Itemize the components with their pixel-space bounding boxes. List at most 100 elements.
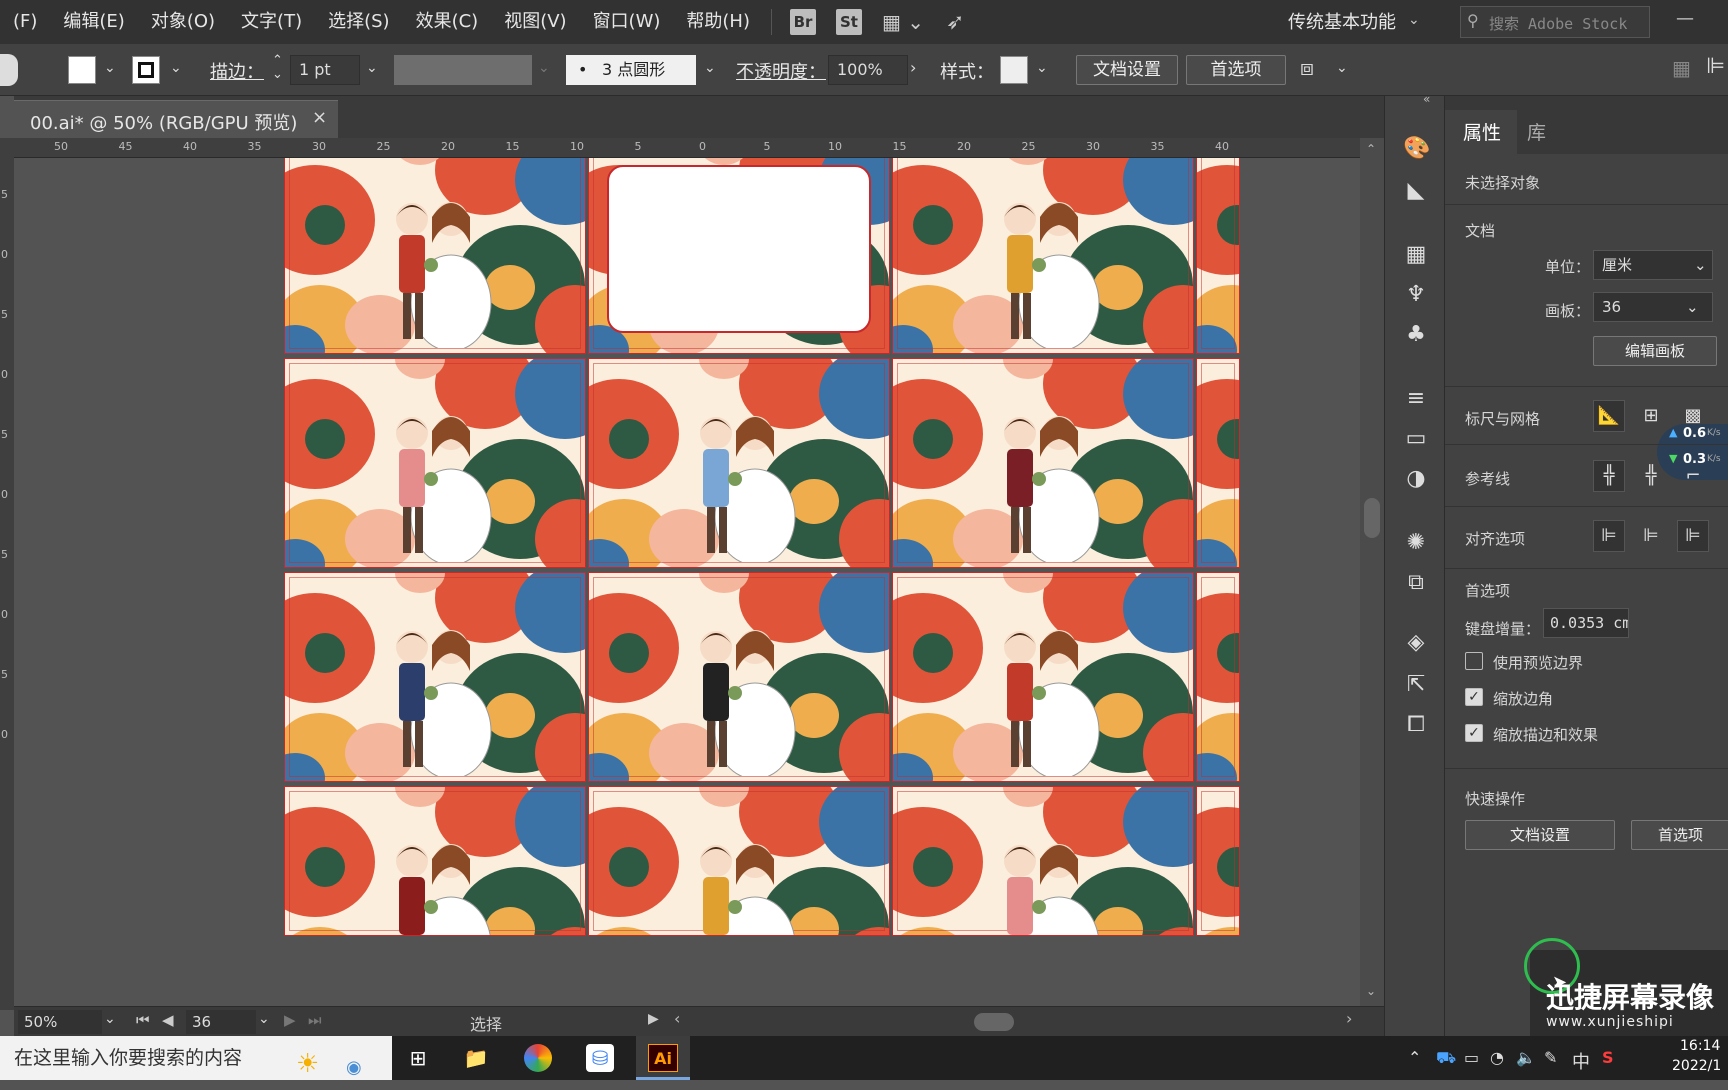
opacity-label[interactable]: 不透明度：	[736, 58, 826, 84]
variable-width-profile[interactable]	[394, 55, 532, 85]
stroke-chevron-down-icon[interactable]: ⌄	[170, 60, 182, 76]
brush-definition[interactable]: • 3 点圆形	[566, 55, 696, 85]
grid-toggle-icon[interactable]: ⊞	[1635, 400, 1667, 432]
vertical-ruler[interactable]: 5 0 5 0 5 0 5 0 5 0	[0, 138, 14, 1010]
artboard[interactable]	[1196, 786, 1240, 936]
artboard[interactable]	[588, 158, 890, 354]
artboard[interactable]	[1196, 158, 1240, 354]
artboards-icon[interactable]: ⧠	[1403, 712, 1429, 738]
artboard[interactable]	[892, 158, 1194, 354]
gradient-icon[interactable]: ▭	[1403, 426, 1429, 452]
artboard-chevron-down-icon[interactable]: ⌄	[258, 1011, 270, 1027]
smart-guides-icon[interactable]: ⌐	[1677, 460, 1709, 492]
artboard[interactable]	[588, 786, 890, 936]
align-to-artboard-icon[interactable]: ⊫	[1635, 520, 1667, 552]
doc-setup-button[interactable]: 文档设置	[1076, 55, 1178, 85]
blank-card[interactable]	[607, 165, 871, 333]
asset-export-icon[interactable]: ⇱	[1403, 672, 1429, 698]
bridge-icon[interactable]: Br	[790, 9, 816, 35]
horizontal-scroll-thumb[interactable]	[974, 1013, 1014, 1031]
arrange-grid-icon[interactable]: ▦	[1672, 56, 1691, 80]
pen-icon[interactable]: ✎	[1544, 1048, 1557, 1067]
vertical-scroll-thumb[interactable]	[1364, 498, 1380, 538]
first-artboard-icon[interactable]: ⏮	[136, 1011, 150, 1029]
fill-swatch[interactable]	[68, 56, 96, 84]
app-icon[interactable]: ⛁	[586, 1044, 614, 1072]
color-palette-icon[interactable]: 🎨	[1403, 136, 1430, 162]
use-preview-bounds-checkbox[interactable]	[1465, 652, 1483, 670]
menu-type[interactable]: 文字(T)	[228, 0, 315, 44]
zoom-chevron-down-icon[interactable]: ⌄	[104, 1011, 116, 1027]
artboard-number-field[interactable]: 36	[186, 1010, 256, 1034]
swatches-icon[interactable]: ▦	[1403, 242, 1429, 268]
opacity-field[interactable]: 100%	[828, 55, 908, 85]
stroke-swatch[interactable]	[132, 56, 160, 84]
collapse-dock-icon[interactable]: «	[1423, 92, 1430, 106]
opacity-chevron-right-icon[interactable]: ›	[910, 58, 916, 77]
color-guide-icon[interactable]: ◣	[1403, 178, 1429, 204]
task-view-icon[interactable]: ⊞	[404, 1044, 432, 1072]
guides-toggle-icon[interactable]: ╬	[1593, 460, 1625, 492]
zoom-field[interactable]: 50%	[18, 1010, 102, 1034]
menu-select[interactable]: 选择(S)	[315, 0, 402, 44]
tray-app-icon[interactable]: ⛟	[1436, 1048, 1456, 1069]
workspace-chevron-down-icon[interactable]: ⌄	[1408, 12, 1420, 28]
scale-corners-checkbox[interactable]: ✓	[1465, 688, 1483, 706]
stroke-panel-icon[interactable]: ≡	[1403, 386, 1429, 412]
layers-icon[interactable]: ◈	[1403, 630, 1429, 656]
artboard[interactable]	[284, 572, 586, 782]
tray-chevron-up-icon[interactable]: ⌃	[1408, 1048, 1421, 1067]
style-chevron-down-icon[interactable]: ⌄	[1036, 60, 1048, 76]
scroll-right-icon[interactable]: ›	[1346, 1009, 1352, 1028]
menu-window[interactable]: 窗口(W)	[580, 0, 674, 44]
artboard[interactable]	[588, 572, 890, 782]
align-to-selection-icon[interactable]: ⊫	[1677, 520, 1709, 552]
stroke-label[interactable]: 描边：	[210, 58, 264, 84]
lock-guides-icon[interactable]: ╬	[1635, 460, 1667, 492]
stock-icon[interactable]: St	[836, 9, 862, 35]
isolation-chevron-down-icon[interactable]: ⌄	[1336, 60, 1348, 76]
ime-indicator[interactable]: 中	[1572, 1048, 1590, 1074]
browser-icon[interactable]	[524, 1044, 552, 1072]
artboard[interactable]	[1196, 358, 1240, 568]
canvas[interactable]	[30, 158, 1360, 1006]
close-icon[interactable]: ×	[312, 107, 327, 128]
menu-file[interactable]: (F)	[0, 0, 50, 44]
scale-strokes-checkbox[interactable]: ✓	[1465, 724, 1483, 742]
align-panel-icon[interactable]: ⊫	[1706, 54, 1725, 79]
fill-chevron-down-icon[interactable]: ⌄	[104, 60, 116, 76]
artboard[interactable]	[284, 358, 586, 568]
scroll-down-icon[interactable]: ⌄	[1366, 984, 1376, 998]
preferences-button[interactable]: 首选项	[1186, 55, 1286, 85]
brush-chevron-down-icon[interactable]: ⌄	[704, 60, 716, 76]
vertical-scrollbar[interactable]: ⌃ ⌄	[1360, 138, 1384, 1006]
menu-effect[interactable]: 效果(C)	[403, 0, 492, 44]
appearance-icon[interactable]: ✺	[1403, 530, 1429, 556]
tab-libraries[interactable]: 库	[1527, 118, 1546, 145]
sogou-icon[interactable]: S	[1602, 1048, 1614, 1067]
gpu-rocket-icon[interactable]: ➶	[946, 10, 964, 35]
network-icon[interactable]: ◔	[1490, 1048, 1504, 1067]
symbols-icon[interactable]: ♣	[1403, 322, 1429, 348]
arrange-documents-icon[interactable]: ▦ ⌄	[882, 10, 924, 34]
isolation-mode-icon[interactable]: ⧈	[1300, 56, 1314, 81]
graphic-styles-icon[interactable]: ⧉	[1403, 570, 1429, 596]
artboard[interactable]	[1196, 572, 1240, 782]
prev-artboard-icon[interactable]: ◀	[162, 1011, 174, 1029]
horizontal-ruler[interactable]: 50 45 40 35 30 25 20 15 10 5 0 5 10 15 20 25 30 35 40	[14, 138, 1384, 158]
artboard[interactable]	[892, 358, 1194, 568]
minimize-icon[interactable]: —	[1676, 8, 1694, 29]
profile-chevron-down-icon[interactable]: ⌄	[538, 60, 550, 76]
workspace-switcher[interactable]: 传统基本功能	[1288, 8, 1396, 34]
quick-doc-setup-button[interactable]: 文档设置	[1465, 820, 1615, 850]
align-to-pixel-icon[interactable]: ⊫	[1593, 520, 1625, 552]
artboard[interactable]	[284, 786, 586, 936]
tab-properties[interactable]: 属性	[1463, 118, 1501, 145]
volume-icon[interactable]: 🔈	[1516, 1048, 1536, 1067]
keyboard-increment-field[interactable]: 0.0353 cm	[1543, 608, 1629, 638]
last-artboard-icon[interactable]: ⏭	[308, 1011, 322, 1029]
scroll-up-icon[interactable]: ⌃	[1366, 142, 1376, 156]
scroll-left-icon[interactable]: ‹	[674, 1009, 680, 1028]
stroke-weight-field[interactable]: 1 pt	[290, 55, 360, 85]
style-swatch[interactable]	[1000, 56, 1028, 84]
